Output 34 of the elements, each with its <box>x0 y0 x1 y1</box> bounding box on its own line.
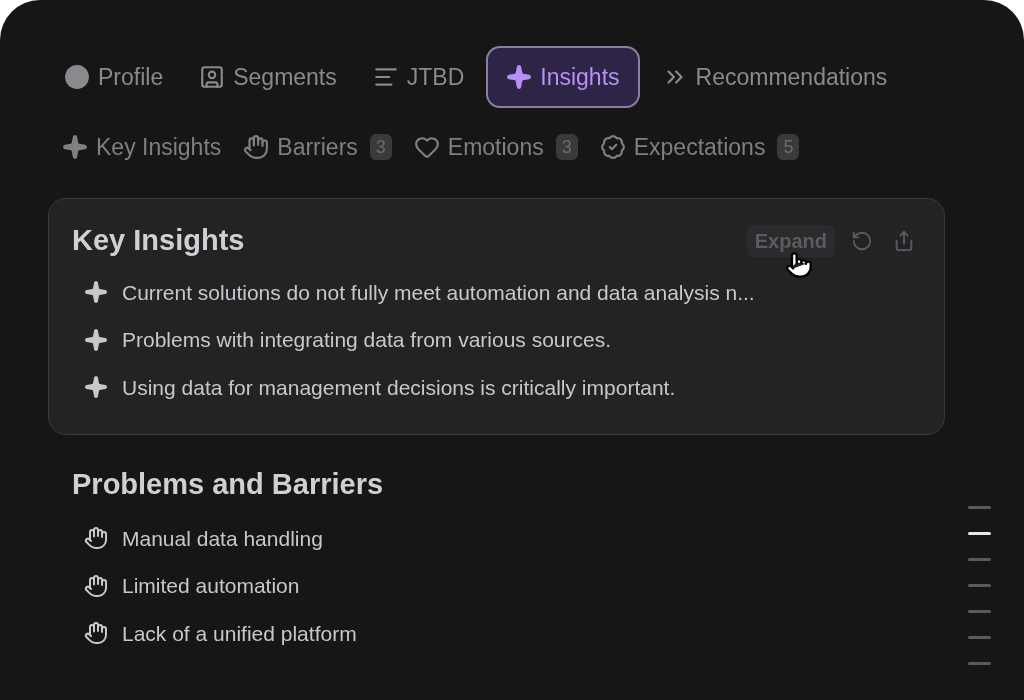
scroll-marker[interactable] <box>968 584 991 587</box>
sparkle-icon <box>506 64 533 90</box>
insight-text: Current solutions do not fully meet automation and data analysis n... <box>122 279 755 306</box>
user-card-icon <box>199 64 226 90</box>
scroll-marker[interactable] <box>968 662 991 665</box>
nav-tab[interactable]: Profile <box>50 46 178 108</box>
pointer-cursor-icon <box>785 251 813 279</box>
hand-icon <box>84 621 108 646</box>
badge-check-icon <box>599 134 626 160</box>
insight-text: Problems with integrating data from various sources. <box>122 327 612 353</box>
barrier-text: Lack of a unified platform <box>122 620 357 647</box>
barrier-text: Manual data handling <box>122 525 323 552</box>
sparkle-icon <box>84 280 108 305</box>
card-title: Key Insights <box>72 223 245 258</box>
nav-tab[interactable]: Recommendations <box>647 46 902 108</box>
scroll-marker[interactable] <box>968 532 991 535</box>
nav-tab[interactable]: Insights <box>486 46 640 108</box>
section-link[interactable]: Key Insights <box>62 129 222 165</box>
sparkle-icon <box>62 134 88 160</box>
hand-icon <box>84 526 108 551</box>
sparkle-icon <box>84 375 108 400</box>
scroll-marker[interactable] <box>968 636 991 639</box>
heart-icon <box>413 134 440 160</box>
sparkle-icon <box>84 327 108 352</box>
nav-tab[interactable]: Segments <box>185 46 351 108</box>
scroll-marker[interactable] <box>968 610 991 613</box>
scroll-marker[interactable] <box>968 506 991 509</box>
hand-icon <box>84 573 108 598</box>
scroll-marker[interactable] <box>968 558 991 561</box>
barrier-text: Limited automation <box>122 573 300 599</box>
nav-tab[interactable]: JTBD <box>358 46 479 108</box>
hand-icon <box>243 134 270 160</box>
section-title: Problems and Barriers <box>72 468 384 500</box>
insight-text: Using data for management decisions is critically important. <box>122 374 676 401</box>
